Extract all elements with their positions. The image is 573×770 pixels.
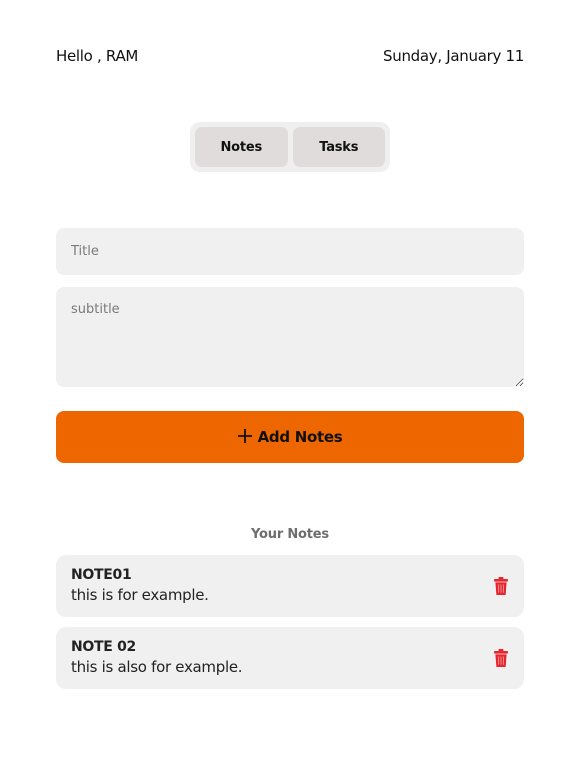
add-notes-label: Add Notes xyxy=(257,428,343,446)
trash-icon[interactable] xyxy=(494,649,508,667)
add-notes-button[interactable]: Add Notes xyxy=(56,411,524,463)
date-text: Sunday, January 11 xyxy=(383,47,524,65)
subtitle-input[interactable] xyxy=(56,287,524,387)
note-card[interactable]: NOTE 02 this is also for example. xyxy=(56,627,524,689)
note-card[interactable]: NOTE01 this is for example. xyxy=(56,555,524,617)
title-input[interactable] xyxy=(56,228,524,275)
tab-tasks[interactable]: Tasks xyxy=(292,127,385,167)
plus-icon xyxy=(237,426,252,446)
note-subtitle: this is for example. xyxy=(71,586,209,604)
tab-notes[interactable]: Notes xyxy=(195,127,288,167)
note-subtitle: this is also for example. xyxy=(71,658,243,676)
trash-icon[interactable] xyxy=(494,577,508,595)
your-notes-heading: Your Notes xyxy=(251,527,329,542)
note-title: NOTE01 xyxy=(71,567,132,583)
greeting-text: Hello , RAM xyxy=(56,47,139,65)
header: Hello , RAM Sunday, January 11 xyxy=(56,45,524,67)
tab-switcher: Notes Tasks xyxy=(190,122,390,172)
note-title: NOTE 02 xyxy=(71,639,136,655)
